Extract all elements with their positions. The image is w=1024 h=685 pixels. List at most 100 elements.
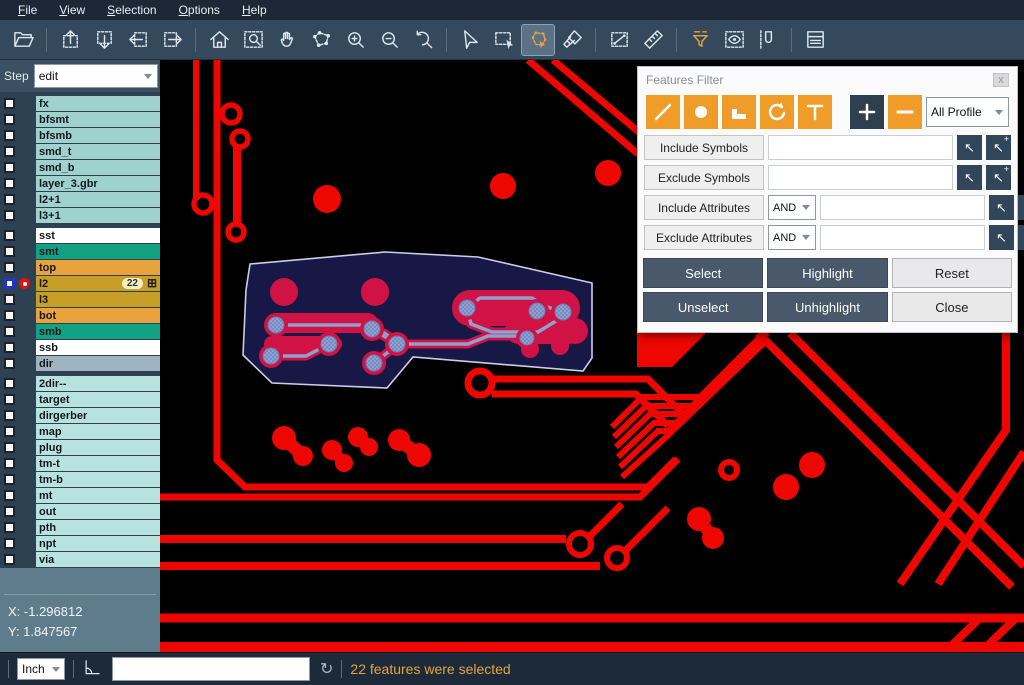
layer-name-cell[interactable]: npt — [36, 536, 160, 551]
include-attributes-button[interactable]: Include Attributes — [644, 195, 764, 220]
layer-row-l2[interactable]: l222⊞ — [0, 276, 160, 291]
exclude-symbols-button[interactable]: Exclude Symbols — [644, 165, 764, 190]
layer-row-bfsmb[interactable]: bfsmb — [0, 128, 160, 143]
include-attributes-input[interactable] — [820, 195, 985, 220]
filter-pad-button[interactable] — [684, 95, 718, 129]
layer-visibility-checkbox[interactable] — [4, 114, 15, 125]
layer-visibility-checkbox[interactable] — [4, 442, 15, 453]
exclude-attributes-operator-dropdown[interactable]: AND — [768, 225, 816, 250]
layer-visibility-checkbox[interactable] — [4, 538, 15, 549]
layer-visibility-checkbox[interactable] — [4, 162, 15, 173]
layer-visibility-checkbox[interactable] — [4, 378, 15, 389]
zoom-home-button[interactable] — [203, 25, 235, 55]
layer-visibility-checkbox[interactable] — [4, 490, 15, 501]
close-icon[interactable]: x — [993, 73, 1009, 87]
zoom-polygon-button[interactable] — [305, 25, 337, 55]
filter-negative-button[interactable] — [888, 95, 922, 129]
layer-row-smt[interactable]: smt — [0, 244, 160, 259]
layer-name-cell[interactable]: map — [36, 424, 160, 439]
layer-row-via[interactable]: via — [0, 552, 160, 567]
exclude-attributes-button[interactable]: Exclude Attributes — [644, 225, 764, 250]
layer-name-cell[interactable]: smd_t — [36, 144, 160, 159]
layer-name-cell[interactable]: l222⊞ — [36, 276, 160, 291]
layer-row-npt[interactable]: npt — [0, 536, 160, 551]
layer-row-l2+1[interactable]: l2+1 — [0, 192, 160, 207]
measure-distance-button[interactable] — [603, 25, 635, 55]
filter-surface-button[interactable] — [722, 95, 756, 129]
exclude-attributes-input[interactable] — [820, 225, 985, 250]
zoom-previous-button[interactable] — [407, 25, 439, 55]
layer-name-cell[interactable]: target — [36, 392, 160, 407]
layer-visibility-checkbox[interactable] — [4, 210, 15, 221]
pick-add-symbol-button[interactable]: ↖+ — [986, 135, 1011, 160]
pick-attribute-button[interactable]: ↖ — [989, 195, 1014, 220]
layer-row-ssb[interactable]: ssb — [0, 340, 160, 355]
pick-add-attribute-button[interactable]: ↖+ — [1018, 195, 1024, 220]
layer-name-cell[interactable]: bfsmt — [36, 112, 160, 127]
step-up-button[interactable] — [54, 25, 86, 55]
layer-visibility-checkbox[interactable] — [4, 394, 15, 405]
layer-name-cell[interactable]: dirgerber — [36, 408, 160, 423]
dialog-title-bar[interactable]: Features Filter x — [638, 67, 1017, 93]
layer-visibility-checkbox[interactable] — [4, 310, 15, 321]
layer-visibility-checkbox[interactable] — [4, 194, 15, 205]
layer-visibility-checkbox[interactable] — [4, 230, 15, 241]
layer-name-cell[interactable]: sst — [36, 228, 160, 243]
layer-name-cell[interactable]: l2+1 — [36, 192, 160, 207]
layer-row-l3+1[interactable]: l3+1 — [0, 208, 160, 223]
refresh-icon[interactable]: ↻ — [320, 659, 333, 679]
filter-text-button[interactable] — [798, 95, 832, 129]
layer-visibility-checkbox[interactable] — [4, 506, 15, 517]
layer-row-dir[interactable]: dir — [0, 356, 160, 371]
include-symbols-input[interactable] — [768, 135, 953, 160]
snap-button[interactable] — [752, 25, 784, 55]
layer-row-layer_3.gbr[interactable]: layer_3.gbr — [0, 176, 160, 191]
layer-visibility-checkbox[interactable] — [4, 326, 15, 337]
step-left-button[interactable] — [122, 25, 154, 55]
zoom-out-button[interactable] — [373, 25, 405, 55]
layer-row-tm-t[interactable]: tm-t — [0, 456, 160, 471]
layer-row-out[interactable]: out — [0, 504, 160, 519]
select-button[interactable]: Select — [643, 258, 763, 288]
exclude-symbols-input[interactable] — [768, 165, 953, 190]
menu-item-options[interactable]: Options — [169, 2, 230, 18]
pick-symbol-button[interactable]: ↖ — [957, 135, 982, 160]
layer-visibility-checkbox[interactable] — [4, 474, 15, 485]
menu-item-file[interactable]: File — [8, 2, 47, 18]
layer-name-cell[interactable]: tm-t — [36, 456, 160, 471]
layer-row-map[interactable]: map — [0, 424, 160, 439]
layer-name-cell[interactable]: bfsmb — [36, 128, 160, 143]
layer-row-l3[interactable]: l3 — [0, 292, 160, 307]
ruler-button[interactable] — [637, 25, 669, 55]
layer-name-cell[interactable]: fx — [36, 96, 160, 111]
step-down-button[interactable] — [88, 25, 120, 55]
select-rectangle-button[interactable] — [488, 25, 520, 55]
reset-button[interactable]: Reset — [892, 258, 1012, 288]
layer-visibility-checkbox[interactable] — [4, 246, 15, 257]
layer-row-2dir--[interactable]: 2dir-- — [0, 376, 160, 391]
pick-symbol-button[interactable]: ↖ — [957, 165, 982, 190]
layer-name-cell[interactable]: via — [36, 552, 160, 567]
pick-add-attribute-button[interactable]: ↖+ — [1018, 225, 1024, 250]
layer-row-smd_b[interactable]: smd_b — [0, 160, 160, 175]
layer-name-cell[interactable]: dir — [36, 356, 160, 371]
layer-visibility-checkbox[interactable] — [4, 278, 15, 289]
layer-visibility-checkbox[interactable] — [4, 342, 15, 353]
layer-visibility-checkbox[interactable] — [4, 178, 15, 189]
layer-row-sst[interactable]: sst — [0, 228, 160, 243]
layer-row-plug[interactable]: plug — [0, 440, 160, 455]
layer-row-pth[interactable]: pth — [0, 520, 160, 535]
pick-add-symbol-button[interactable]: ↖+ — [986, 165, 1011, 190]
unhighlight-button[interactable]: Unhighlight — [767, 292, 887, 322]
select-polygon-button[interactable] — [522, 25, 554, 55]
layer-row-smd_t[interactable]: smd_t — [0, 144, 160, 159]
pan-button[interactable] — [271, 25, 303, 55]
layer-name-cell[interactable]: top — [36, 260, 160, 275]
layer-name-cell[interactable]: out — [36, 504, 160, 519]
layer-name-cell[interactable]: smt — [36, 244, 160, 259]
menu-item-help[interactable]: Help — [232, 2, 277, 18]
filter-arc-button[interactable] — [760, 95, 794, 129]
zoom-in-button[interactable] — [339, 25, 371, 55]
layer-name-cell[interactable]: pth — [36, 520, 160, 535]
layer-name-cell[interactable]: ssb — [36, 340, 160, 355]
